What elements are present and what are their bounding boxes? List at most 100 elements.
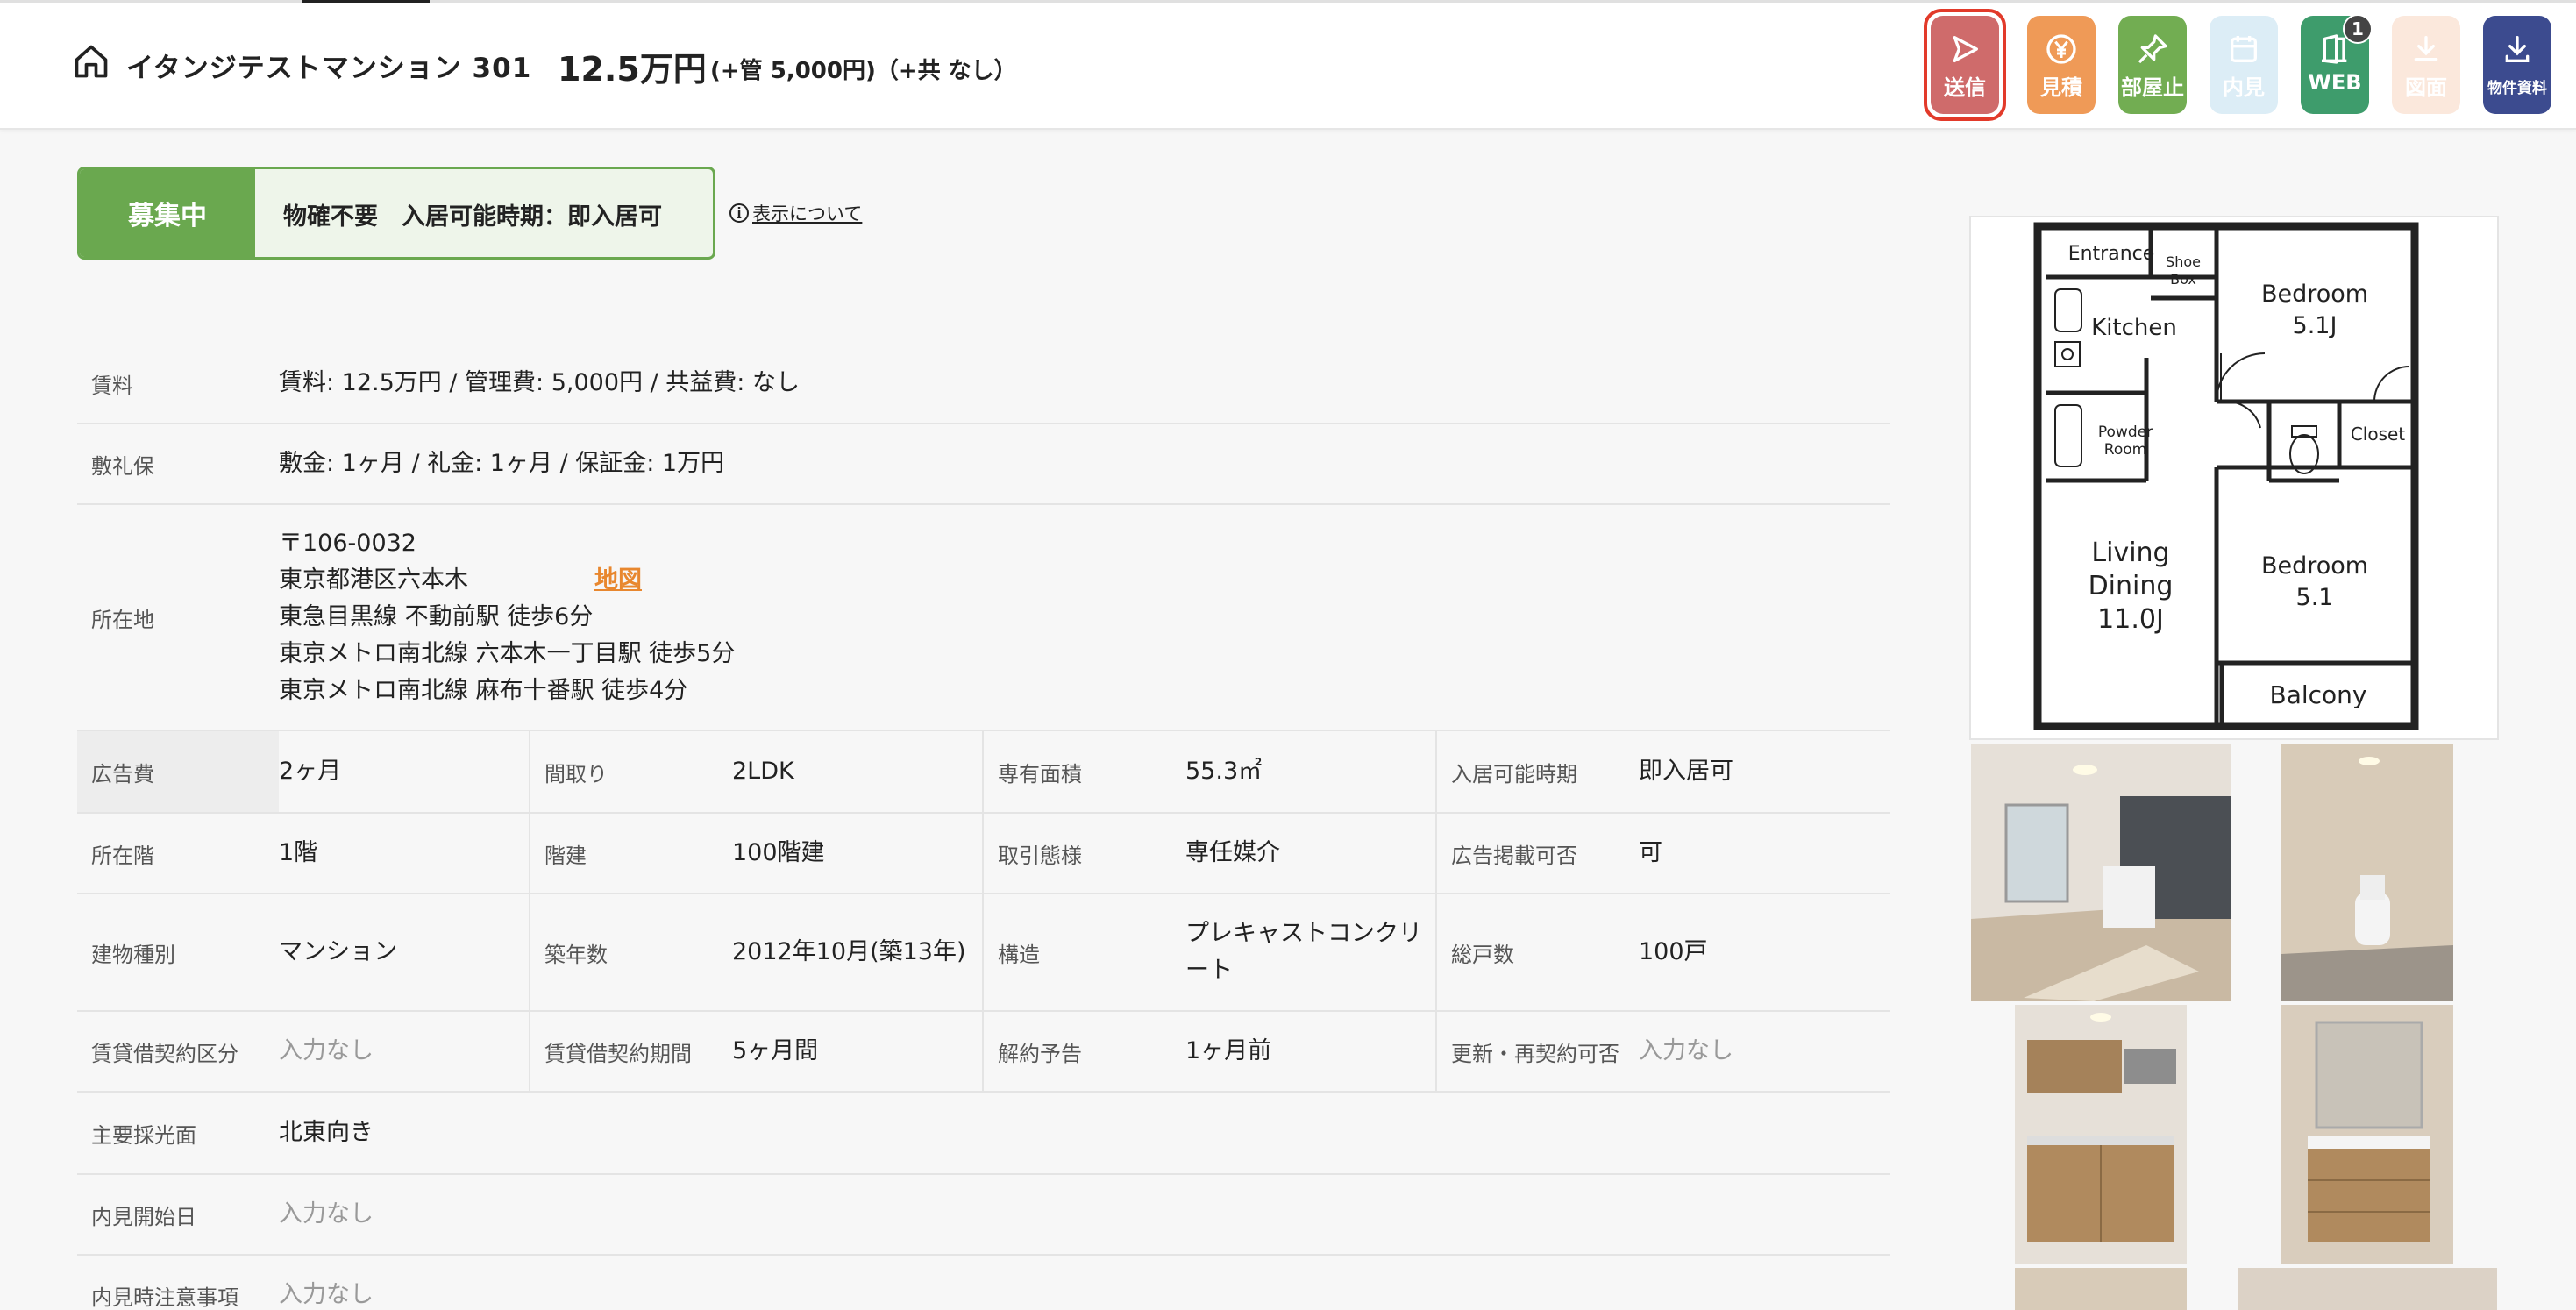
viewing-notes-row: 内見時注意事項 入力なし: [77, 1256, 1890, 1310]
pin-icon: [2138, 34, 2167, 64]
table-row: 建物種別 マンション 築年数 2012年10月(築13年) 構造 プレキャストコンクリ…: [77, 894, 1890, 1012]
room-photo-washroom[interactable]: [2281, 1005, 2453, 1264]
lighting-row: 主要採光面 北東向き: [77, 1093, 1890, 1175]
grid-cell: 取引態様 専任媒介: [984, 814, 1437, 893]
cell-value: 即入居可: [1639, 758, 1733, 785]
cell-label: 建物種別: [91, 942, 175, 967]
grid-cell: 階建 100階建: [530, 814, 984, 893]
station-2: 東京メトロ南北線 六本木一丁目駅 徒歩5分: [279, 640, 736, 667]
grid-cell: 入居可能時期 即入居可: [1437, 731, 1890, 812]
row-value: 入力なし: [279, 1200, 374, 1228]
grid-cell: 間取り 2LDK: [530, 731, 984, 812]
cell-value: 5ヶ月間: [732, 1037, 819, 1064]
property-details-table: 賃料 賃料: 12.5万円 / 管理費: 5,000円 / 共益費: なし 敷礼…: [77, 344, 1890, 1310]
cell-label: 階建: [544, 843, 587, 868]
property-docs-button[interactable]: 物件資料: [2483, 16, 2551, 114]
fp-bedroom-a-size: 5.1J: [2293, 312, 2338, 339]
grid-cell: 構造 プレキャストコンクリート: [984, 894, 1437, 1010]
fp-bedroom-b-size: 5.1: [2296, 584, 2334, 611]
grid-cell: 広告掲載可否 可: [1437, 814, 1890, 893]
location-value: 〒106-0032 東京都港区六本木 地図 東急目黒線 不動前駅 徒歩6分 東京メ…: [279, 525, 735, 709]
cell-value: 入力なし: [279, 1037, 374, 1064]
viewing-button[interactable]: 内見: [2210, 16, 2278, 114]
web-label: WEB: [2308, 70, 2362, 95]
cell-value: 1階: [279, 839, 318, 866]
photo-kitchen-drawing: [2015, 1005, 2187, 1264]
row-value: 敷金: 1ヶ月 / 礼金: 1ヶ月 / 保証金: 1万円: [279, 450, 725, 477]
row-label: 内見開始日: [91, 1204, 196, 1229]
cell-value: 2LDK: [732, 758, 794, 785]
cell-label: 入居可能時期: [1451, 761, 1577, 787]
row-label: 賃料: [91, 373, 133, 398]
property-docs-label: 物件資料: [2487, 80, 2547, 97]
room-photo-toilet[interactable]: [2281, 744, 2453, 1001]
fp-bedroom-b: Bedroom: [2261, 552, 2368, 580]
fp-balcony: Balcony: [2270, 680, 2367, 709]
table-row: 広告費 2ヶ月 間取り 2LDK 専有面積 55.3㎡ 入居可能時期 即入居可: [77, 731, 1890, 814]
row-value: 入力なし: [279, 1281, 374, 1308]
send-button[interactable]: 送信: [1931, 16, 1999, 114]
display-info-link[interactable]: i 表示について: [729, 200, 862, 226]
cell-value: 可: [1639, 839, 1662, 866]
cell-value: 2012年10月(築13年): [732, 938, 966, 965]
row-value: 賃料: 12.5万円 / 管理費: 5,000円 / 共益費: なし: [279, 369, 800, 396]
grid-cell: 所在階 1階: [77, 814, 530, 893]
header-rent: 12.5万円: [558, 50, 707, 89]
row-label: 内見時注意事項: [91, 1285, 238, 1310]
floorplan-label: 図面: [2405, 75, 2447, 100]
grid-cell: 専有面積 55.3㎡: [984, 731, 1437, 812]
deposit-row: 敷礼保 敷金: 1ヶ月 / 礼金: 1ヶ月 / 保証金: 1万円: [77, 424, 1890, 505]
property-name: イタンジテストマンション 301: [126, 53, 532, 84]
cell-value: 2ヶ月: [279, 758, 342, 785]
fp-dining: Dining: [2089, 571, 2174, 602]
station-3: 東京メトロ南北線 麻布十番駅 徒歩4分: [279, 677, 688, 704]
header: イタンジテストマンション 301 12.5万円 (+管 5,000円)（+共 な…: [0, 0, 2576, 130]
info-icon: i: [729, 203, 749, 223]
floorplan-button[interactable]: 図面: [2392, 16, 2460, 114]
fp-bedroom-a: Bedroom: [2261, 281, 2368, 308]
room-photo-living[interactable]: [1971, 744, 2231, 1001]
cell-value: 専任媒介: [1185, 839, 1280, 866]
grid-cell: 解約予告 1ヶ月前: [984, 1012, 1437, 1091]
map-link[interactable]: 地図: [594, 566, 642, 594]
row-label: 主要採光面: [91, 1122, 196, 1148]
fp-powder: Powder: [2098, 424, 2153, 441]
grid-cell: 築年数 2012年10月(築13年): [530, 894, 984, 1010]
viewing-start-row: 内見開始日 入力なし: [77, 1175, 1890, 1256]
send-label: 送信: [1944, 75, 1986, 100]
download-icon: [2414, 36, 2438, 61]
cell-label: 広告掲載可否: [1451, 843, 1577, 868]
cell-label: 解約予告: [998, 1041, 1082, 1066]
floorplan-image[interactable]: Entrance Shoe Box Kitchen Bedroom 5.1J C…: [1969, 216, 2499, 740]
cell-label: 構造: [998, 942, 1040, 967]
cell-label: 取引態様: [998, 843, 1082, 868]
listing-status-box: 募集中 物確不要 入居可能時期：即入居可: [77, 167, 715, 260]
fp-shoe: Shoe: [2166, 253, 2201, 270]
address-line: 東京都港区六本木 地図: [279, 562, 735, 599]
rent-row: 賃料 賃料: 12.5万円 / 管理費: 5,000円 / 共益費: なし: [77, 344, 1890, 424]
grid-cell: 建物種別 マンション: [77, 894, 530, 1010]
location-row: 所在地 〒106-0032 東京都港区六本木 地図 東急目黒線 不動前駅 徒歩6分…: [77, 505, 1890, 731]
estimate-button[interactable]: 見積: [2027, 16, 2096, 114]
home-icon[interactable]: [72, 42, 110, 81]
grid-cell: 更新・再契約可否 入力なし: [1437, 1012, 1890, 1091]
grid-cell: 広告費 2ヶ月: [77, 731, 530, 812]
fp-closet: Closet: [2351, 424, 2405, 445]
grid-cell: 総戸数 100戸: [1437, 894, 1890, 1010]
room-photo-kitchen[interactable]: [2015, 1005, 2187, 1264]
room-photo-extra-1[interactable]: [2015, 1268, 2187, 1310]
photo-living-drawing: [1971, 744, 2231, 1001]
room-photo-extra-2[interactable]: [2238, 1268, 2497, 1310]
cell-label: 賃貸借契約期間: [544, 1041, 692, 1066]
cell-value: 1ヶ月前: [1185, 1037, 1272, 1064]
cell-value: マンション: [279, 938, 397, 965]
web-notification-badge: 1: [2343, 14, 2373, 44]
display-info-label: 表示について: [752, 203, 863, 224]
postal-code: 〒106-0032: [279, 530, 416, 557]
viewing-label: 内見: [2223, 75, 2265, 100]
floorplan-drawing: Entrance Shoe Box Kitchen Bedroom 5.1J C…: [2033, 222, 2419, 730]
photo-washroom-drawing: [2281, 1005, 2453, 1264]
row-label: 所在地: [91, 607, 154, 632]
room-stop-button[interactable]: 部屋止: [2118, 16, 2187, 114]
row-value: 北東向き: [279, 1119, 374, 1146]
